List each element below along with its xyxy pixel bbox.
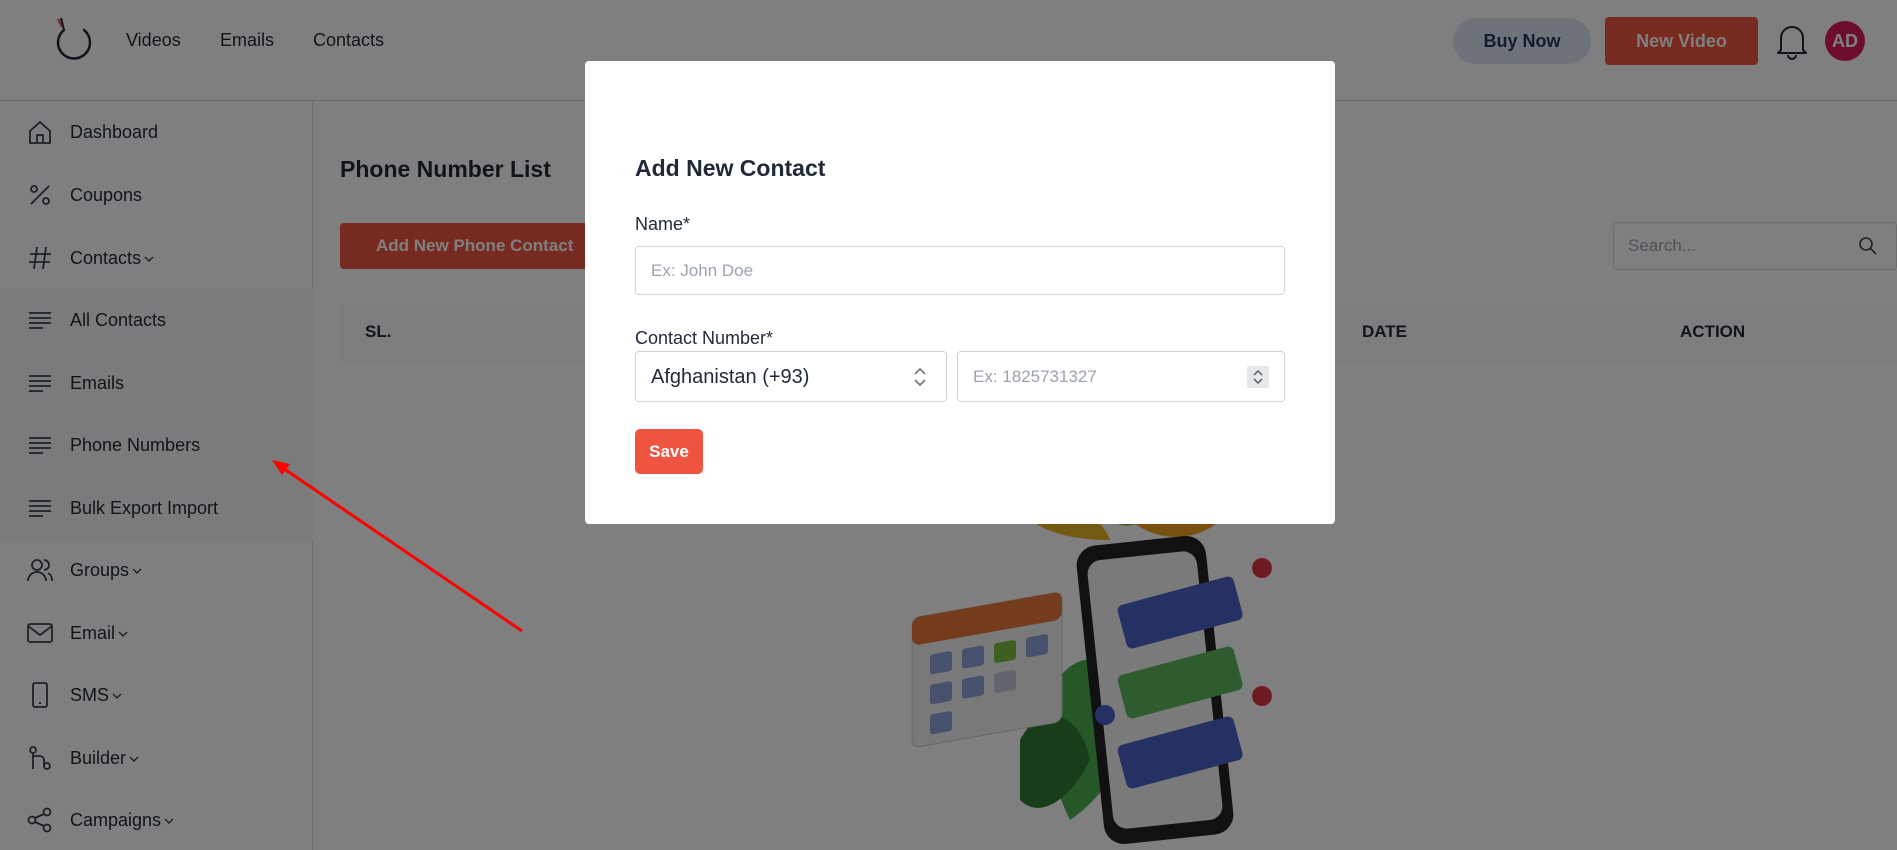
name-label: Name* <box>635 214 691 234</box>
add-contact-modal: Add New Contact Name* Contact Number* Af… <box>585 61 1335 524</box>
country-code-value: Afghanistan (+93) <box>651 366 810 388</box>
phone-number-field[interactable] <box>957 351 1285 402</box>
save-button[interactable]: Save <box>635 429 703 474</box>
contact-number-label: Contact Number* <box>635 328 774 348</box>
modal-title: Add New Contact <box>635 155 826 181</box>
country-code-select[interactable]: Afghanistan (+93) <box>635 351 947 402</box>
phone-number-input[interactable] <box>973 367 1223 387</box>
name-input[interactable] <box>651 261 1211 281</box>
number-spinner-icon[interactable] <box>1247 366 1269 388</box>
name-field[interactable] <box>635 246 1285 295</box>
select-arrows-icon <box>914 367 926 387</box>
